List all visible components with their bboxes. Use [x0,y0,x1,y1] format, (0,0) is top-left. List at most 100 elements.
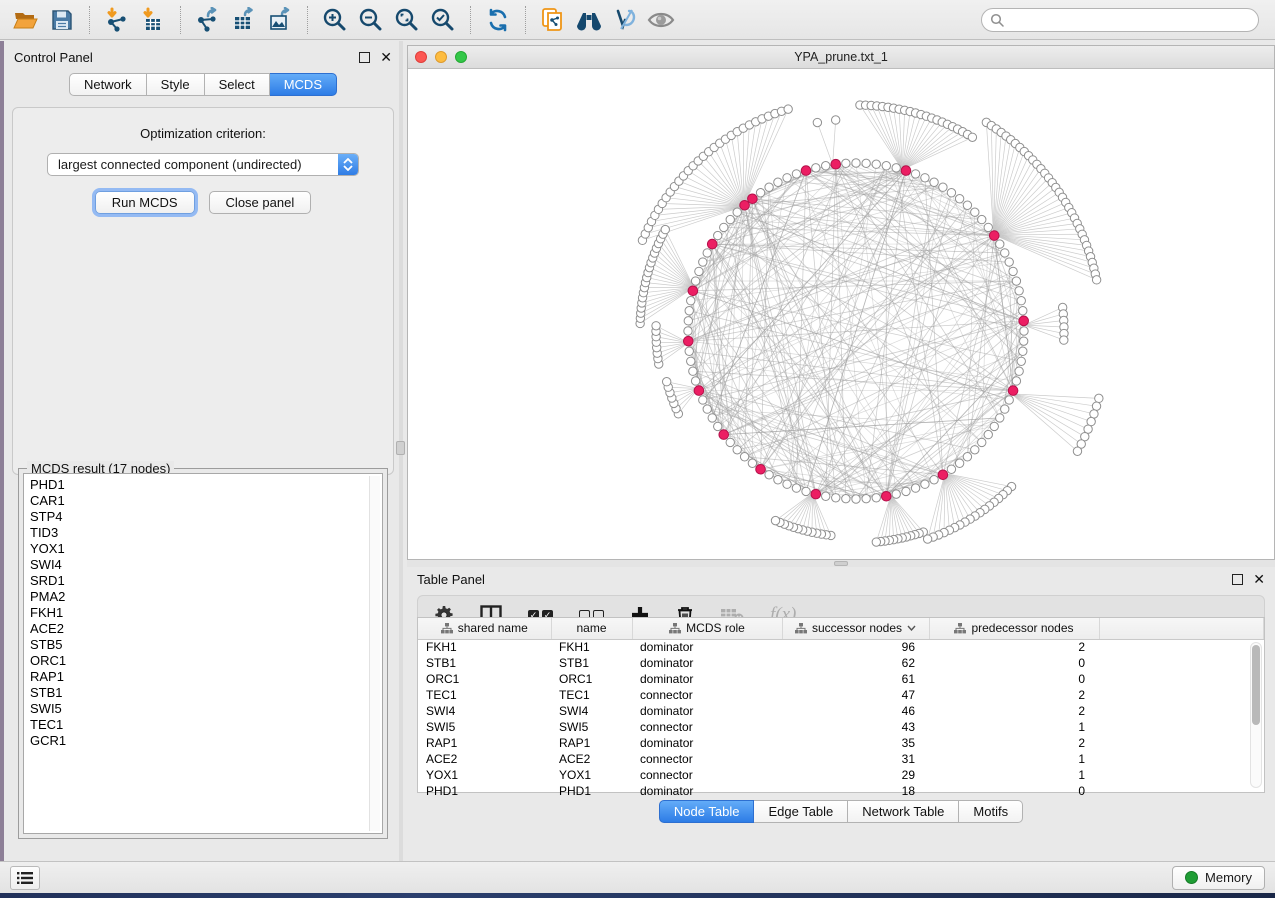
table-cell[interactable] [1099,751,1264,767]
table-cell[interactable]: TEC1 [418,687,551,703]
mcds-result-item[interactable]: SWI5 [30,701,382,717]
table-cell[interactable]: 29 [782,767,929,783]
table-cell[interactable] [1099,719,1264,735]
table-cell[interactable]: dominator [632,655,782,671]
column-header-predecessor-nodes[interactable]: predecessor nodes [929,618,1099,639]
export-network-button[interactable] [190,4,226,36]
table-cell[interactable]: ACE2 [551,751,632,767]
mcds-result-list[interactable]: PHD1CAR1STP4TID3YOX1SWI4SRD1PMA2FKH1ACE2… [23,473,383,834]
tab-edge-table[interactable]: Edge Table [754,800,848,823]
zoom-in-button[interactable] [317,4,353,36]
table-cell[interactable]: 2 [929,639,1099,655]
task-history-button[interactable] [10,866,40,890]
mcds-result-item[interactable]: PHD1 [30,477,382,493]
table-cell[interactable]: YOX1 [551,767,632,783]
search-box[interactable] [981,8,1259,32]
tab-style[interactable]: Style [147,73,205,96]
mcds-result-item[interactable]: TEC1 [30,717,382,733]
table-cell[interactable]: FKH1 [418,639,551,655]
mcds-result-item[interactable]: SRD1 [30,573,382,589]
tab-node-table[interactable]: Node Table [659,800,755,823]
float-panel-icon[interactable] [1232,574,1243,585]
table-cell[interactable]: PHD1 [551,783,632,799]
table-row[interactable]: RAP1RAP1dominator352 [418,735,1264,751]
close-panel-icon[interactable]: ✕ [380,52,392,63]
column-header-MCDS-role[interactable]: MCDS role [632,618,782,639]
save-session-button[interactable] [44,4,80,36]
table-cell[interactable]: TEC1 [551,687,632,703]
criterion-dropdown[interactable]: largest connected component (undirected) [47,153,359,176]
table-cell[interactable]: ORC1 [551,671,632,687]
show-graphics-button[interactable] [643,4,679,36]
table-scrollbar[interactable] [1250,642,1262,788]
open-file-button[interactable] [8,4,44,36]
network-overview-button[interactable] [571,4,607,36]
mcds-result-item[interactable]: STP4 [30,509,382,525]
table-cell[interactable]: dominator [632,703,782,719]
network-graph[interactable] [408,69,1274,559]
table-cell[interactable]: dominator [632,671,782,687]
table-row[interactable]: SWI5SWI5connector431 [418,719,1264,735]
table-cell[interactable]: 62 [782,655,929,671]
table-row[interactable]: FKH1FKH1dominator962 [418,639,1264,655]
network-canvas[interactable] [408,69,1274,559]
clone-network-button[interactable] [535,4,571,36]
import-network-button[interactable] [99,4,135,36]
table-cell[interactable]: SWI5 [551,719,632,735]
zoom-out-button[interactable] [353,4,389,36]
tab-network[interactable]: Network [69,73,147,96]
table-cell[interactable]: PHD1 [418,783,551,799]
table-cell[interactable]: connector [632,719,782,735]
table-row[interactable]: ORC1ORC1dominator610 [418,671,1264,687]
table-cell[interactable]: 2 [929,687,1099,703]
table-cell[interactable]: 0 [929,783,1099,799]
table-cell[interactable]: 43 [782,719,929,735]
tab-motifs[interactable]: Motifs [959,800,1023,823]
close-panel-button[interactable]: Close panel [209,191,312,214]
mcds-result-item[interactable]: SWI4 [30,557,382,573]
table-row[interactable]: PHD1PHD1dominator180 [418,783,1264,799]
table-cell[interactable] [1099,703,1264,719]
mcds-result-item[interactable]: STB5 [30,637,382,653]
close-panel-icon[interactable]: ✕ [1253,574,1265,585]
mcds-result-item[interactable]: GCR1 [30,733,382,749]
table-cell[interactable]: STB1 [551,655,632,671]
table-row[interactable]: YOX1YOX1connector291 [418,767,1264,783]
table-row[interactable]: STB1STB1dominator620 [418,655,1264,671]
table-row[interactable]: SWI4SWI4dominator462 [418,703,1264,719]
table-cell[interactable]: FKH1 [551,639,632,655]
mcds-result-item[interactable]: STB1 [30,685,382,701]
mcds-result-item[interactable]: ACE2 [30,621,382,637]
mcds-result-item[interactable]: YOX1 [30,541,382,557]
column-header-shared-name[interactable]: shared name [418,618,551,639]
table-cell[interactable] [1099,655,1264,671]
table-cell[interactable]: 2 [929,703,1099,719]
table-cell[interactable]: 61 [782,671,929,687]
table-cell[interactable]: connector [632,687,782,703]
mcds-result-item[interactable]: ORC1 [30,653,382,669]
table-cell[interactable]: 2 [929,735,1099,751]
table-cell[interactable]: dominator [632,735,782,751]
mcds-result-item[interactable]: TID3 [30,525,382,541]
search-input[interactable] [1004,13,1250,27]
horizontal-splitter[interactable] [407,560,1275,567]
table-cell[interactable] [1099,767,1264,783]
run-mcds-button[interactable]: Run MCDS [95,191,195,214]
mcds-result-item[interactable]: CAR1 [30,493,382,509]
table-cell[interactable]: RAP1 [551,735,632,751]
scrollbar-thumb[interactable] [1252,645,1260,725]
table-cell[interactable]: ACE2 [418,751,551,767]
list-scrollbar[interactable] [369,476,380,831]
tab-mcds[interactable]: MCDS [270,73,337,96]
column-header-name[interactable]: name [551,618,632,639]
table-cell[interactable]: STB1 [418,655,551,671]
tab-select[interactable]: Select [205,73,270,96]
table-cell[interactable]: 46 [782,703,929,719]
table-cell[interactable]: 0 [929,671,1099,687]
table-cell[interactable] [1099,671,1264,687]
table-cell[interactable]: 18 [782,783,929,799]
splitter-handle[interactable] [834,561,848,566]
table-cell[interactable] [1099,735,1264,751]
memory-button[interactable]: Memory [1172,866,1265,890]
mcds-result-item[interactable]: PMA2 [30,589,382,605]
